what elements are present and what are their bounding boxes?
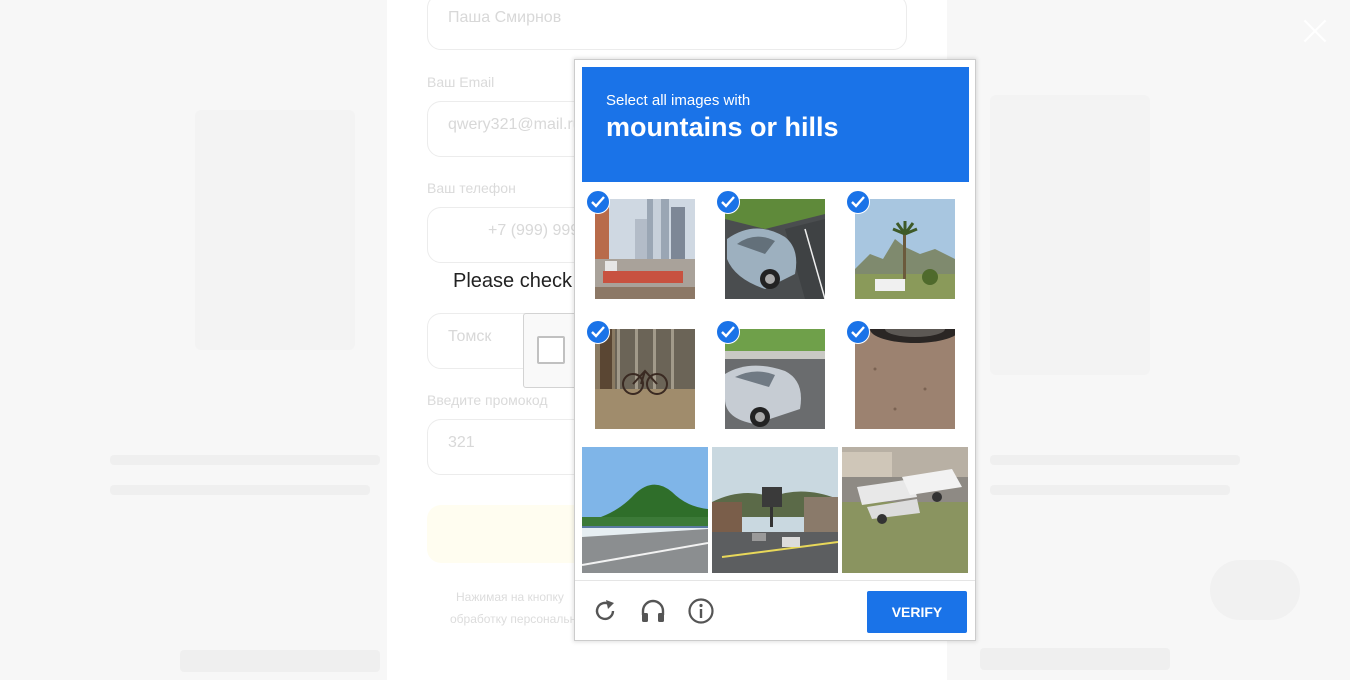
background-card-right (990, 95, 1150, 375)
footer-text: обработку персональных (450, 612, 591, 626)
footer-text: Нажимая на кнопку (456, 590, 564, 604)
captcha-tile-5[interactable] (712, 316, 838, 442)
captcha-header: Select all images with mountains or hill… (582, 67, 969, 182)
captcha-tile-3[interactable] (842, 186, 968, 312)
background-text-line (980, 648, 1170, 670)
checkmark-icon (716, 320, 740, 344)
email-label: Ваш Email (427, 74, 495, 90)
close-icon[interactable] (1300, 16, 1330, 46)
name-field[interactable]: Паша Смирнов (427, 0, 907, 50)
checkmark-icon (586, 320, 610, 344)
captcha-footer: VERIFY (575, 580, 975, 641)
captcha-tile-2[interactable] (712, 186, 838, 312)
background-text-line (990, 485, 1230, 495)
tile-image-city-skyline (595, 199, 695, 299)
checkmark-icon (716, 190, 740, 214)
checkmark-icon (586, 190, 610, 214)
tile-image-town-street (712, 447, 838, 573)
captcha-tile-4[interactable] (582, 316, 708, 442)
anchor-prompt: Please check (453, 270, 572, 292)
promo-label: Введите промокод (427, 392, 548, 408)
headphones-icon[interactable] (639, 597, 667, 625)
background-text-line (990, 455, 1240, 465)
tile-image-green-hill-road (582, 447, 708, 573)
captcha-tile-1[interactable] (582, 186, 708, 312)
instruction-small: Select all images with (606, 92, 751, 109)
background-chat-bubble (1210, 560, 1300, 620)
background-text-line (110, 485, 370, 495)
captcha-tile-7[interactable] (582, 447, 708, 573)
background-card-left (195, 110, 355, 350)
checkmark-icon (846, 320, 870, 344)
tile-image-bicycle-fence (595, 329, 695, 429)
info-icon[interactable] (687, 597, 715, 625)
recaptcha-checkbox[interactable] (537, 336, 565, 364)
tile-image-car-parked (725, 329, 825, 429)
reload-icon[interactable] (591, 597, 619, 625)
tile-image-palm-tree-mountain (855, 199, 955, 299)
background-text-line (110, 455, 380, 465)
phone-label: Ваш телефон (427, 180, 516, 196)
instruction-target: mountains or hills (606, 112, 839, 142)
checkmark-icon (846, 190, 870, 214)
verify-button[interactable]: VERIFY (867, 591, 967, 633)
background-text-line (180, 650, 380, 672)
captcha-tile-9[interactable] (842, 447, 968, 573)
tile-image-boats-lot (842, 447, 968, 573)
tile-image-tire-gravel (855, 329, 955, 429)
captcha-tile-6[interactable] (842, 316, 968, 442)
captcha-challenge: Select all images with mountains or hill… (574, 59, 976, 641)
captcha-tile-8[interactable] (712, 447, 838, 573)
tile-image-car-on-road (725, 199, 825, 299)
